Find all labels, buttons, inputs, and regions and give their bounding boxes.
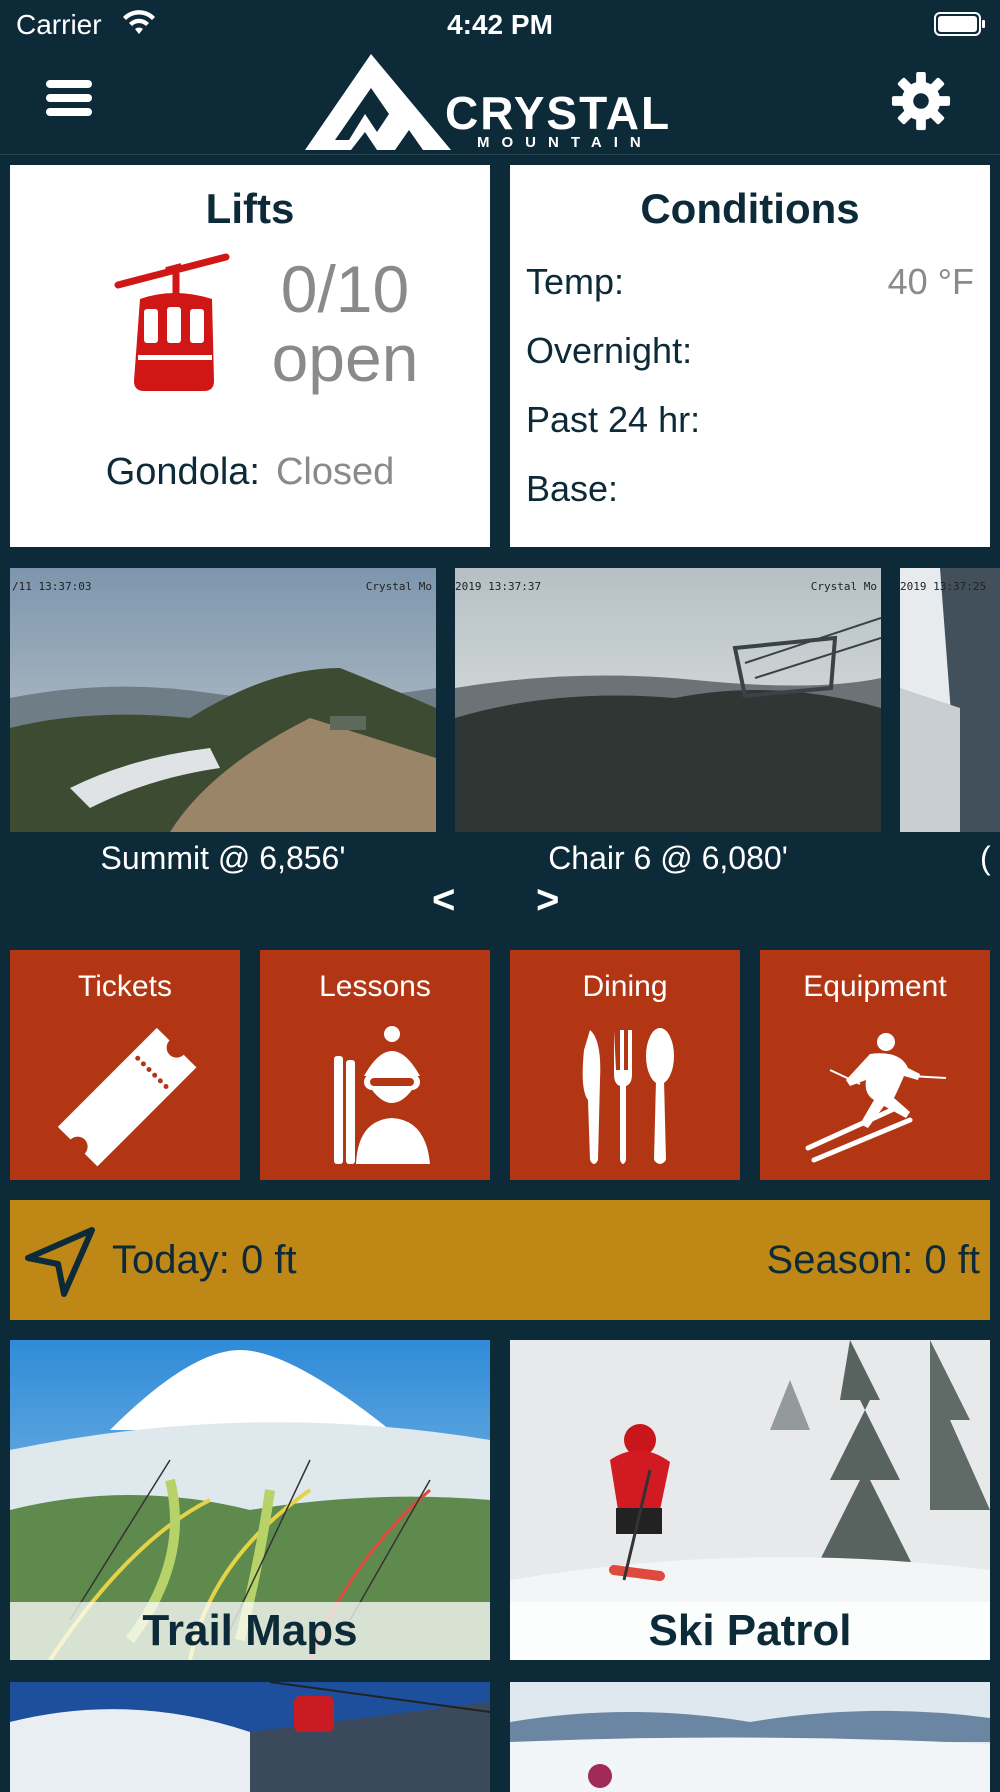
condition-row-temp: Temp: 40 °F <box>526 261 974 311</box>
lifts-status-word: open <box>271 321 419 396</box>
brand-subtitle: MOUNTAIN <box>477 134 653 151</box>
webcam-label: Summit @ 6,856' <box>100 840 346 876</box>
cutlery-icon <box>582 1028 674 1164</box>
ticket-icon <box>57 1027 197 1167</box>
tile-label: Dining <box>582 970 668 1003</box>
webcam-label: Chair 6 @ 6,080' <box>548 840 788 876</box>
webcam-summit[interactable]: /11 13:37:03 Crystal Mo <box>10 568 436 832</box>
dining-tile[interactable]: Dining <box>510 950 740 1180</box>
lessons-tile[interactable]: Lessons <box>260 950 490 1180</box>
condition-label: Temp: <box>526 261 625 302</box>
crystal-mountain-logo: CRYSTAL MOUNTAIN <box>305 54 705 154</box>
webcam-timestamp: 2019 13:37:37 <box>455 580 542 593</box>
lifts-count-value: 0/10 <box>280 252 410 326</box>
webcam-third-image <box>900 568 1000 832</box>
status-bar: Carrier 4:42 PM <box>0 0 1000 50</box>
condition-row-base: Base: <box>526 468 974 518</box>
menu-icon[interactable] <box>46 80 92 120</box>
webcam-timestamp: 2019 13:37:25 <box>900 580 987 593</box>
webcam-carousel[interactable]: /11 13:37:03 Crystal Mo Summit @ 6,856' … <box>0 568 1000 878</box>
brand-name: CRYSTAL <box>445 87 672 139</box>
webcam-third[interactable]: 2019 13:37:25 <box>900 568 1000 832</box>
gondola-icon <box>114 253 230 391</box>
condition-label: Base: <box>526 468 619 509</box>
webcam-chair-6-image <box>455 568 881 832</box>
tile-label: Tickets <box>78 970 172 1003</box>
webcam-chair-6[interactable]: 2019 13:37:37 Crystal Mo <box>455 568 881 832</box>
trail-maps-tile[interactable]: Trail Maps <box>10 1340 490 1660</box>
ski-instructor-icon <box>334 1026 430 1164</box>
webcam-watermark: Crystal Mo <box>365 580 432 593</box>
clock: 4:42 PM <box>447 9 553 40</box>
webcam-timestamp: /11 13:37:03 <box>12 580 92 593</box>
webcam-label: ( <box>980 840 991 876</box>
carousel-prev-button[interactable]: < <box>432 878 455 923</box>
mountain-logo-icon <box>305 54 451 150</box>
navigation-arrow-icon <box>25 1227 95 1297</box>
conditions-card[interactable]: Conditions Temp: 40 °F Overnight: Past 2… <box>510 165 990 547</box>
skier-icon <box>805 1033 947 1163</box>
settings-gear-icon[interactable] <box>890 70 952 132</box>
webcam-watermark: Crystal Mo <box>810 580 877 593</box>
equipment-tile[interactable]: Equipment <box>760 950 990 1180</box>
gondola-status-value: Closed <box>275 451 395 493</box>
carousel-next-button[interactable]: > <box>536 878 559 923</box>
tickets-tile[interactable]: Tickets <box>10 950 240 1180</box>
feature-label: Ski Patrol <box>510 1602 990 1660</box>
vertical-tracker-bar[interactable]: Today: 0 ft Season: 0 ft <box>10 1200 990 1320</box>
battery-icon <box>934 12 985 36</box>
condition-label: Overnight: <box>526 330 693 371</box>
condition-value: 40 °F <box>887 261 974 302</box>
condition-row-past-24hr: Past 24 hr: <box>526 399 974 449</box>
vertical-season: Season: 0 ft <box>766 1238 980 1282</box>
condition-label: Past 24 hr: <box>526 399 701 440</box>
feature-label: Trail Maps <box>10 1602 490 1660</box>
mountain-view-image <box>510 1682 990 1792</box>
mountain-view-tile[interactable] <box>510 1682 990 1792</box>
tile-label: Equipment <box>803 970 947 1003</box>
lifts-open-count: 0/10 open <box>265 252 425 396</box>
lifts-title: Lifts <box>205 185 295 232</box>
vertical-today: Today: 0 ft <box>112 1238 297 1282</box>
ski-patrol-tile[interactable]: Ski Patrol <box>510 1340 990 1660</box>
webcam-summit-image <box>10 568 436 832</box>
carousel-controls: < > <box>0 878 1000 928</box>
conditions-title: Conditions <box>640 185 860 232</box>
gondola-photo-tile[interactable] <box>10 1682 490 1792</box>
gondola-photo-image <box>10 1682 490 1792</box>
condition-row-overnight: Overnight: <box>526 330 974 380</box>
gondola-status-row: Gondola: Closed <box>10 451 490 494</box>
tile-label: Lessons <box>319 970 431 1003</box>
gondola-label: Gondola: <box>105 451 260 493</box>
lifts-card[interactable]: Lifts 0/10 open Gondola: Closed <box>10 165 490 547</box>
nav-bar: CRYSTAL MOUNTAIN <box>0 50 1000 155</box>
